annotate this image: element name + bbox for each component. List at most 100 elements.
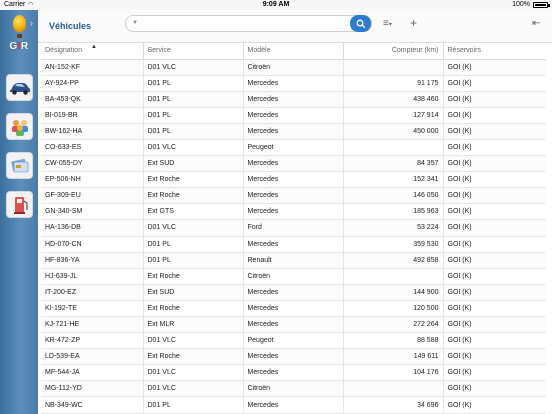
cell-model: Mercedes xyxy=(243,364,344,382)
cell-counter: 359 530 xyxy=(343,236,444,253)
table-row[interactable]: CW-055-DY Ext SUD Mercedes 84 357 GOI (K) xyxy=(41,155,546,173)
cell-tanks: GOI (K) xyxy=(443,332,546,350)
cell-designation: HJ-639-JL xyxy=(41,268,144,285)
page-title: Véhicules xyxy=(49,21,92,31)
cell-model: Ford xyxy=(243,219,344,237)
cell-counter: 88 588 xyxy=(343,332,444,350)
cell-designation: HA-136-DB xyxy=(41,219,144,237)
car-icon xyxy=(9,82,30,95)
cell-counter: 91 175 xyxy=(343,75,444,92)
add-icon[interactable]: + xyxy=(410,16,417,30)
table-row[interactable]: CO-633-ES D01 VLC Peugeot GOI (K) xyxy=(41,139,546,157)
table-row[interactable]: GN-340-SM Ext GTS Mercedes 185 963 GOI (K) xyxy=(41,203,546,221)
cell-counter xyxy=(343,380,444,398)
cell-model: Mercedes xyxy=(243,316,344,334)
cell-counter: 149 611 xyxy=(343,348,444,366)
table-row[interactable]: MG-112-YD D01 VLC Citroën GOI (K) xyxy=(41,380,546,398)
cell-model: Mercedes xyxy=(243,75,344,92)
table-row[interactable]: KR-472-ZP D01 VLC Peugeot 88 588 GOI (K) xyxy=(41,332,546,350)
cell-counter: 146 050 xyxy=(343,187,444,205)
cell-counter: 144 900 xyxy=(343,284,444,301)
chevron-right-icon[interactable]: › xyxy=(30,18,33,28)
column-header-service[interactable]: Service xyxy=(143,43,244,60)
table-row[interactable]: KI-192-TE Ext Roche Mercedes 120 500 GOI (K) xyxy=(41,300,546,318)
cell-designation: BW-162-HA xyxy=(41,123,144,140)
table-row[interactable]: IT-200-EZ Ext SUD Mercedes 144 900 GOI (K) xyxy=(41,284,546,301)
cell-service: Ext Roche xyxy=(143,348,244,366)
table-row[interactable]: GF-309-EU Ext Roche Mercedes 146 050 GOI (K) xyxy=(41,187,546,205)
cell-service: D01 PL xyxy=(143,123,244,140)
cell-model: Peugeot xyxy=(243,139,344,157)
column-header-designation[interactable]: Désignation ▲ xyxy=(41,43,144,60)
table-row[interactable]: HF-836-YA D01 PL Renault 492 858 GOI (K) xyxy=(41,252,546,269)
cell-designation: BA-453-QK xyxy=(41,91,144,108)
cell-counter: 450 000 xyxy=(343,123,444,140)
cell-service: D01 PL xyxy=(143,236,244,253)
table-header-row: Désignation ▲ Service Modèle Compteur (km… xyxy=(41,43,546,60)
table-row[interactable]: HJ-639-JL Ext Roche Citroën GOI (K) xyxy=(41,268,546,285)
table-row[interactable]: BI-019-BR D01 PL Mercedes 127 914 GOI (K) xyxy=(41,107,546,124)
table-row[interactable]: MF-544-JA D01 VLC Mercedes 104 176 GOI (K) xyxy=(41,364,546,382)
cell-designation: IT-200-EZ xyxy=(41,284,144,301)
table-row[interactable]: NB-349-WC D01 PL Mercedes 34 696 GOI (K) xyxy=(41,396,546,414)
cell-tanks: GOI (K) xyxy=(443,187,546,205)
cell-tanks: GOI (K) xyxy=(443,75,546,92)
cell-designation: EP-506-NH xyxy=(41,171,144,189)
fuel-pump-icon xyxy=(13,196,28,214)
cell-model: Mercedes xyxy=(243,155,344,173)
cell-designation: AN-152-KF xyxy=(41,59,144,76)
table-row[interactable]: LD-539-EA Ext Roche Mercedes 149 611 GOI (K) xyxy=(41,348,546,366)
column-header-model[interactable]: Modèle xyxy=(243,43,344,60)
sidebar-item-cards[interactable] xyxy=(6,152,33,179)
column-header-counter[interactable]: Compteur (km) xyxy=(343,43,444,60)
list-view-icon[interactable]: ≡▾ xyxy=(383,18,392,29)
cell-designation: MF-544-JA xyxy=(41,364,144,382)
cell-service: D01 PL xyxy=(143,252,244,269)
cell-service: D01 VLC xyxy=(143,219,244,237)
logout-icon[interactable]: ⇤ xyxy=(532,18,540,29)
search-input[interactable]: ▼ xyxy=(125,15,372,32)
cell-designation: KI-192-TE xyxy=(41,300,144,318)
table-row[interactable]: KJ-721-HE Ext MLR Mercedes 272 264 GOI (K) xyxy=(41,316,546,334)
card-icon xyxy=(10,158,28,172)
search-button[interactable] xyxy=(350,15,371,32)
table-row[interactable]: AN-152-KF D01 VLC Citroën GOI (K) xyxy=(41,59,546,76)
cell-counter: 34 696 xyxy=(343,396,444,414)
cell-designation: GN-340-SM xyxy=(41,203,144,221)
table-row[interactable]: EP-506-NH Ext Roche Mercedes 152 341 GOI (K) xyxy=(41,171,546,189)
table-row[interactable]: HA-136-DB D01 VLC Ford 53 224 GOI (K) xyxy=(41,219,546,237)
cell-tanks: GOI (K) xyxy=(443,219,546,237)
table-row[interactable]: BW-162-HA D01 PL Mercedes 450 000 GOI (K) xyxy=(41,123,546,140)
cell-counter xyxy=(343,59,444,76)
page-header: Véhicules ▼ ≡▾ + ⇤ xyxy=(38,10,552,43)
sidebar-item-vehicles[interactable] xyxy=(6,74,33,101)
cell-service: Ext GTS xyxy=(143,203,244,221)
cell-tanks: GOI (K) xyxy=(443,236,546,253)
cell-model: Citroën xyxy=(243,59,344,76)
cell-counter: 104 176 xyxy=(343,364,444,382)
search-dropdown-icon[interactable]: ▼ xyxy=(132,20,138,26)
cell-counter xyxy=(343,268,444,285)
cell-model: Mercedes xyxy=(243,91,344,108)
cell-model: Mercedes xyxy=(243,284,344,301)
cell-designation: NB-349-WC xyxy=(41,396,144,414)
cell-model: Peugeot xyxy=(243,332,344,350)
cell-service: D01 PL xyxy=(143,107,244,124)
cell-counter: 272 264 xyxy=(343,316,444,334)
cell-model: Mercedes xyxy=(243,123,344,140)
column-header-tanks[interactable]: Réservoirs xyxy=(443,43,546,60)
table-row[interactable]: AY-924-PP D01 PL Mercedes 91 175 GOI (K) xyxy=(41,75,546,92)
balloon-icon xyxy=(13,15,26,32)
cell-designation: KR-472-ZP xyxy=(41,332,144,350)
cell-model: Mercedes xyxy=(243,396,344,414)
cell-designation: CO-633-ES xyxy=(41,139,144,157)
sidebar-item-users[interactable] xyxy=(6,113,33,140)
cell-service: Ext Roche xyxy=(143,187,244,205)
table-row[interactable]: BA-453-QK D01 PL Mercedes 438 460 GOI (K) xyxy=(41,91,546,108)
sidebar-item-fuel[interactable] xyxy=(6,191,33,218)
cell-service: D01 VLC xyxy=(143,139,244,157)
cell-tanks: GOI (K) xyxy=(443,316,546,334)
cell-model: Citroën xyxy=(243,268,344,285)
cell-model: Mercedes xyxy=(243,187,344,205)
table-row[interactable]: HD-070-CN D01 PL Mercedes 359 530 GOI (K) xyxy=(41,236,546,253)
